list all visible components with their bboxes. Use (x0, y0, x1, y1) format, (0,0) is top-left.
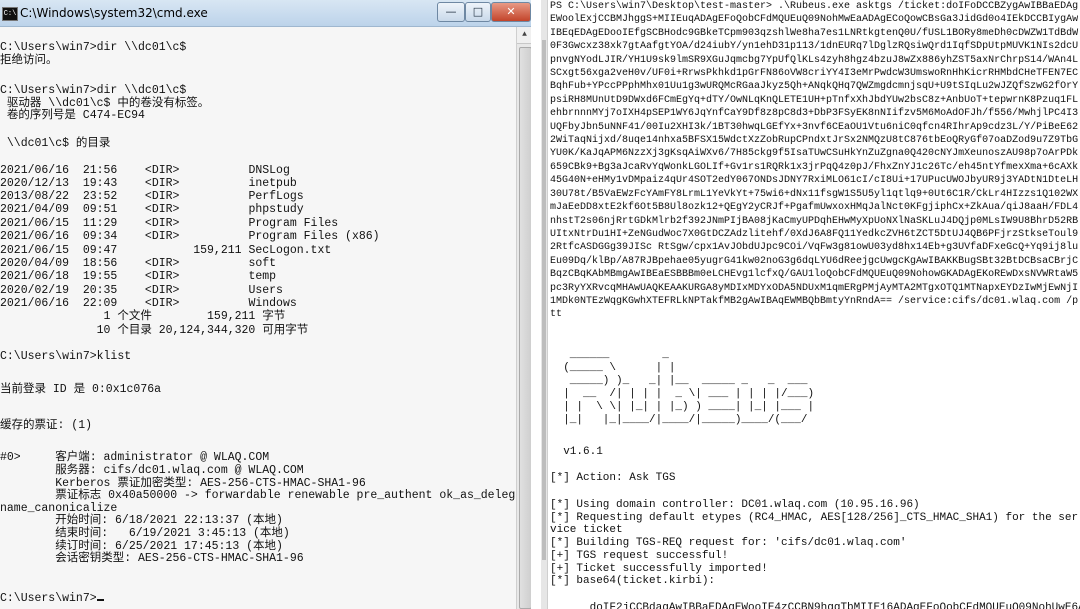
cmd-app-icon: C:\ (2, 7, 18, 21)
scroll-up-arrow-icon[interactable]: ▲ (517, 27, 532, 44)
rubeus-ascii-line: ______ _ (550, 349, 669, 361)
right-scrollbar[interactable] (541, 0, 548, 609)
console-line: C:\Users\win7>dir \\dc01\c$ (0, 84, 187, 97)
right-console-output[interactable]: PS C:\Users\win7\Desktop\test-master> .\… (550, 0, 1080, 609)
window-title: C:\Windows\system32\cmd.exe (20, 6, 208, 20)
console-line: 当前登录 ID 是 0:0x1c076a (0, 383, 162, 396)
right-powershell-window: PS C:\Users\win7\Desktop\test-master> .\… (541, 0, 1080, 609)
left-cmd-window: C:\Users\win7>dir \\dc01\c$ 拒绝访问。 C:\Users… (0, 27, 532, 609)
rubeus-ascii-line: (_____ \ | | (550, 362, 676, 374)
console-line: C:\Users\win7> (0, 592, 104, 605)
rubeus-command: PS C:\Users\win7\Desktop\test-master> .\… (550, 1, 1079, 321)
left-window-titlebar[interactable]: C:\ C:\Windows\system32\cmd.exe — □ ✕ (0, 0, 531, 27)
console-line: \\dc01\c$ 的目录 (0, 137, 111, 150)
close-button[interactable]: ✕ (491, 2, 531, 22)
console-line: C:\Users\win7>klist (0, 350, 132, 363)
left-console-output[interactable]: C:\Users\win7>dir \\dc01\c$ 拒绝访问。 C:\Users… (0, 27, 516, 609)
console-line: 开始时间: 6/18/2021 22:13:37 (本地) (0, 514, 283, 527)
console-line: 2021/06/15 11:29 <DIR> Program Files (0, 217, 339, 230)
console-line: 2021/06/15 09:47 159,211 SecLogon.txt (0, 244, 332, 257)
maximize-button[interactable]: □ (465, 2, 491, 22)
console-line: 2021/06/16 22:09 <DIR> Windows (0, 297, 297, 310)
left-scrollbar[interactable]: ▲ (516, 27, 532, 609)
console-line: C:\Users\win7>dir \\dc01\c$ (0, 41, 187, 54)
console-line: 2020/12/13 19:43 <DIR> inetpub (0, 177, 297, 190)
rubeus-output-line: doIF2jCCBdagAwIBBaEDAgEWooIE4zCCBN9hggTb… (550, 602, 1080, 609)
rubeus-output-line: [*] base64(ticket.kirbi): (550, 575, 716, 587)
console-line: #0> 客户端: administrator @ WLAQ.COM (0, 451, 270, 464)
text-cursor (96, 599, 104, 601)
console-line: 拒绝访问。 (0, 54, 58, 67)
console-line: 2021/06/18 19:55 <DIR> temp (0, 270, 277, 283)
minimize-button[interactable]: — (437, 2, 465, 22)
rubeus-ascii-line: _____) )_ _| |__ _____ _ _ ___ (550, 375, 808, 387)
window-divider (531, 0, 541, 609)
console-line: 1 个文件 159,211 字节 (0, 310, 286, 323)
console-line: 结束时间: 6/19/2021 3:45:13 (本地) (0, 527, 290, 540)
rubeus-output-line: [*] Building TGS-REQ request for: 'cifs/… (550, 537, 907, 549)
console-line: 2021/04/09 09:51 <DIR> phpstudy (0, 203, 304, 216)
right-scroll-thumb[interactable] (542, 40, 546, 560)
rubeus-output-line: [*] Using domain controller: DC01.wlaq.c… (550, 499, 920, 511)
rubeus-ascii-line: | | \ \| |_| | |_) ) ____| |_| |___ | (550, 401, 815, 413)
rubeus-output-line: vice ticket (550, 524, 623, 536)
console-line: 2020/04/09 18:56 <DIR> soft (0, 257, 277, 270)
rubeus-output-line: [*] Requesting default etypes (RC4_HMAC,… (550, 512, 1079, 524)
console-line: 卷的序列号是 C474-EC94 (0, 109, 145, 122)
rubeus-output-line: [+] TGS request successful! (550, 550, 729, 562)
console-line: 会话密钥类型: AES-256-CTS-HMAC-SHA1-96 (0, 552, 304, 565)
console-line: 缓存的票证: (1) (0, 419, 93, 432)
console-line: 2021/06/16 09:34 <DIR> Program Files (x8… (0, 230, 380, 243)
console-line: 2020/02/19 20:35 <DIR> Users (0, 284, 283, 297)
console-line: 10 个目录 20,124,344,320 可用字节 (0, 324, 309, 337)
console-line: 服务器: cifs/dc01.wlaq.com @ WLAQ.COM (0, 464, 304, 477)
rubeus-ascii-line: | __ /| | | | _ \| ___ | | | |/___) (550, 388, 815, 400)
console-line: 票证标志 0x40a50000 -> forwardable renewable… (0, 489, 516, 502)
console-line: 2021/06/16 21:56 <DIR> DNSLog (0, 164, 290, 177)
rubeus-ascii-line: |_| |_|____/|____/|_____)____/(___/ (550, 414, 808, 426)
rubeus-output-line: [*] Action: Ask TGS (550, 472, 676, 484)
rubeus-version: v1.6.1 (550, 446, 603, 458)
console-line: 2013/08/22 23:52 <DIR> PerfLogs (0, 190, 304, 203)
